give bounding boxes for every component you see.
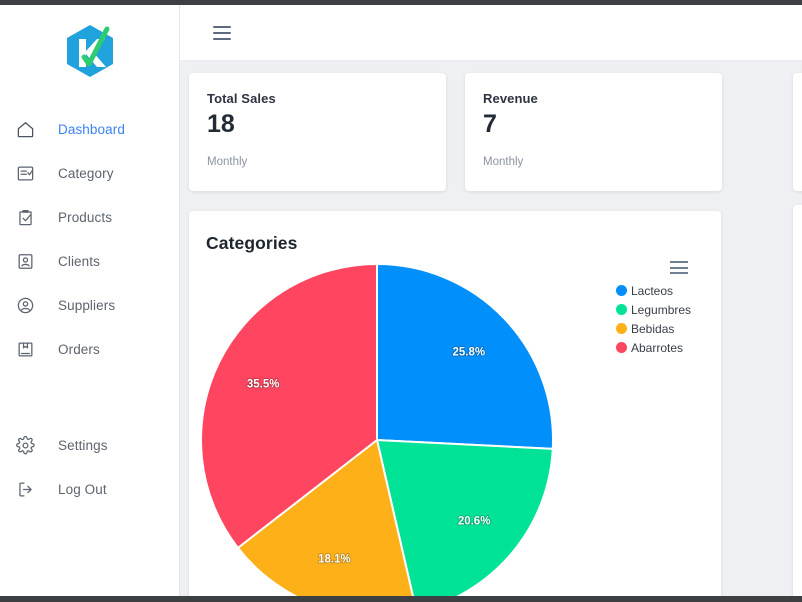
user-circle-icon xyxy=(14,294,36,316)
legend-label: Legumbres xyxy=(631,302,692,317)
pie-chart-svg[interactable]: 25.8% 20.6% 18.1% 35.5% xyxy=(197,260,557,596)
main-content: Total Sales 18 Monthly Revenue 7 Monthly… xyxy=(180,61,802,596)
chart-menu-icon[interactable] xyxy=(670,261,688,274)
sidebar-item-label: Suppliers xyxy=(58,297,116,313)
legend-label: Abarrotes xyxy=(631,340,684,355)
legend-label: Lacteos xyxy=(631,283,674,298)
legend-item-abarrotes[interactable]: Abarrotes xyxy=(616,338,721,357)
pie-slice-label: 18.1% xyxy=(318,553,351,565)
hamburger-bar xyxy=(213,37,231,40)
sidebar-item-logout[interactable]: Log Out xyxy=(0,467,179,511)
sidebar-item-label: Orders xyxy=(58,341,100,357)
sidebar-item-dashboard[interactable]: Dashboard xyxy=(0,107,179,151)
stat-card-revenue: Revenue 7 Monthly xyxy=(465,73,722,191)
legend-color-dot xyxy=(616,323,627,334)
sidebar-item-label: Products xyxy=(58,209,113,225)
sidebar-item-label: Dashboard xyxy=(58,121,125,137)
chart-menu-bar xyxy=(670,272,688,274)
sidebar-item-orders[interactable]: Orders xyxy=(0,327,179,371)
app-root: Dashboard Category Products Clients Supp… xyxy=(0,0,802,602)
chart-menu-bar xyxy=(670,261,688,263)
legend-item-legumbres[interactable]: Legumbres xyxy=(616,300,721,319)
legend-item-bebidas[interactable]: Bebidas xyxy=(616,319,721,338)
window-chrome-top xyxy=(0,0,802,5)
pie-slice-label: 25.8% xyxy=(453,347,486,359)
stats-row: Total Sales 18 Monthly Revenue 7 Monthly xyxy=(180,73,802,191)
hamburger-bar xyxy=(213,25,231,28)
stat-subtitle: Monthly xyxy=(207,155,248,168)
legend-color-dot xyxy=(616,304,627,315)
sidebar-item-label: Category xyxy=(58,165,114,181)
stat-title: Total Sales xyxy=(207,91,276,106)
app-logo xyxy=(0,5,179,97)
top-bar xyxy=(180,5,802,61)
chart-title: Categories xyxy=(206,233,298,253)
legend-item-lacteos[interactable]: Lacteos xyxy=(616,281,721,300)
pie-chart: 25.8% 20.6% 18.1% 35.5% xyxy=(197,260,557,596)
sidebar-item-products[interactable]: Products xyxy=(0,195,179,239)
gear-icon xyxy=(14,434,36,456)
checklist-icon xyxy=(14,162,36,184)
hamburger-menu-icon[interactable] xyxy=(213,25,231,40)
chart-legend: Lacteos Legumbres Bebidas Abarrotes xyxy=(616,281,721,357)
pie-slice-label: 20.6% xyxy=(458,515,491,527)
stat-card-partial-offscreen xyxy=(793,73,802,191)
id-card-icon xyxy=(14,250,36,272)
pie-slice-label: 35.5% xyxy=(247,378,280,390)
legend-color-dot xyxy=(616,285,627,296)
box-icon xyxy=(14,338,36,360)
sidebar-item-label: Settings xyxy=(58,437,108,453)
stat-value: 18 xyxy=(207,110,235,138)
sidebar-item-label: Clients xyxy=(58,253,100,269)
legend-label: Bebidas xyxy=(631,321,675,336)
stat-title: Revenue xyxy=(483,91,538,106)
hamburger-bar xyxy=(213,31,231,34)
sidebar-item-suppliers[interactable]: Suppliers xyxy=(0,283,179,327)
stat-card-total-sales: Total Sales 18 Monthly xyxy=(189,73,446,191)
sidebar-nav: Dashboard Category Products Clients Supp… xyxy=(0,107,179,511)
sidebar-item-category[interactable]: Category xyxy=(0,151,179,195)
sidebar: Dashboard Category Products Clients Supp… xyxy=(0,5,180,596)
window-chrome-bottom xyxy=(0,596,802,602)
chart-body: 25.8% 20.6% 18.1% 35.5% Lacteos Legumbres B… xyxy=(189,254,721,596)
sidebar-item-label: Log Out xyxy=(58,481,107,497)
stat-value: 7 xyxy=(483,110,497,138)
sidebar-item-clients[interactable]: Clients xyxy=(0,239,179,283)
chart-card-partial-offscreen xyxy=(793,205,802,602)
clipboard-check-icon xyxy=(14,206,36,228)
sidebar-item-settings[interactable]: Settings xyxy=(0,423,179,467)
legend-color-dot xyxy=(616,342,627,353)
chart-menu-bar xyxy=(670,266,688,269)
categories-chart-card: Categories 25.8% 20.6% 18.1% 35.5% Lacteos xyxy=(189,211,721,596)
stat-subtitle: Monthly xyxy=(483,155,524,168)
logout-icon xyxy=(14,478,36,500)
home-icon xyxy=(14,118,36,140)
